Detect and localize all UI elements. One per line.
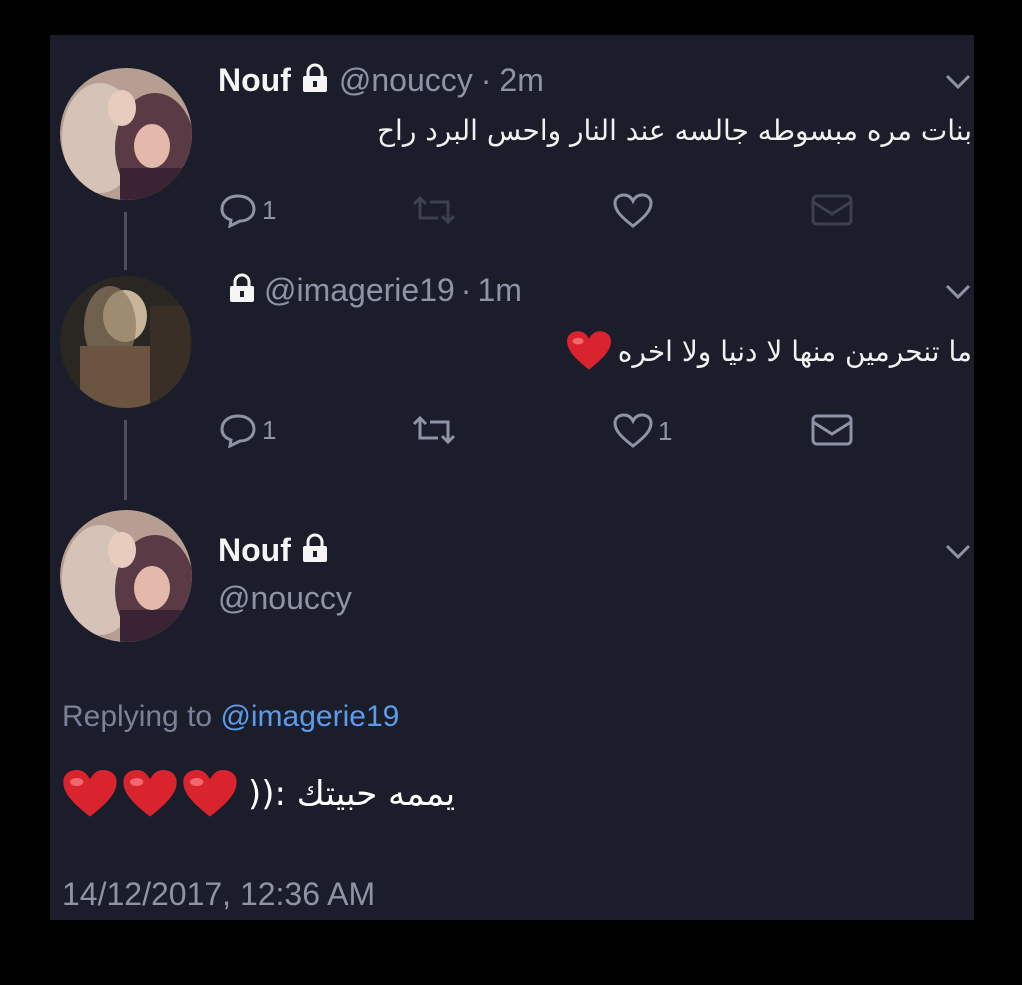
- tweet3-header: Nouf: [218, 532, 331, 569]
- lock-icon: [226, 273, 258, 308]
- display-name[interactable]: Nouf: [218, 532, 291, 569]
- message-button[interactable]: [810, 412, 854, 448]
- replying-to: Replying to @imagerie19: [62, 700, 399, 734]
- user-handle[interactable]: @imagerie19: [264, 272, 455, 309]
- retweet-button[interactable]: [412, 192, 456, 228]
- reply-icon: [220, 414, 256, 448]
- tweet2-header: @imagerie19 · 1m: [226, 272, 522, 309]
- chevron-down-icon[interactable]: [944, 282, 972, 302]
- like-button[interactable]: [612, 192, 654, 230]
- message-button[interactable]: [810, 192, 854, 228]
- separator-dot: ·: [480, 62, 492, 98]
- chevron-down-icon[interactable]: [944, 72, 972, 92]
- red-heart-icon: [123, 770, 177, 817]
- tweet-text: يممه حبيتك :((: [248, 774, 456, 814]
- tweet-text-row: ما تنحرمين منها لا دنيا ولا اخره: [566, 330, 972, 372]
- heart-icon: [613, 413, 653, 448]
- avatar[interactable]: [60, 276, 192, 408]
- reply-count: 1: [262, 414, 277, 445]
- tweet-text: بنات مره مبسوطه جالسه عند النار واحس الب…: [376, 114, 972, 147]
- retweet-icon: [412, 195, 456, 225]
- red-heart-icon: [183, 770, 237, 817]
- user-handle[interactable]: @nouccy: [339, 62, 473, 99]
- thread-connector: [124, 420, 127, 500]
- tweet-time: 2m: [499, 62, 544, 98]
- reply-button[interactable]: 1: [218, 412, 276, 448]
- thread-connector: [124, 212, 127, 270]
- message-icon: [811, 414, 853, 446]
- reply-button[interactable]: 1: [218, 192, 276, 228]
- lock-icon: [299, 533, 331, 568]
- avatar[interactable]: [60, 510, 192, 642]
- reply-count: 1: [262, 194, 277, 225]
- heart-icon: [613, 193, 653, 228]
- lock-icon: [299, 63, 331, 98]
- tweet-timestamp[interactable]: 14/12/2017, 12:36 AM: [62, 876, 375, 913]
- reply-icon: [220, 194, 256, 228]
- separator-dot: ·: [460, 272, 472, 308]
- message-icon: [811, 194, 853, 226]
- user-handle[interactable]: @nouccy: [218, 580, 352, 617]
- tweet1-header: Nouf @nouccy · 2m: [218, 62, 544, 99]
- avatar[interactable]: [60, 68, 192, 200]
- tweet-time: 1m: [477, 272, 522, 308]
- display-name[interactable]: Nouf: [218, 62, 291, 99]
- tweet-text-row: يممه حبيتك :((: [62, 768, 455, 820]
- retweet-icon: [412, 415, 456, 445]
- like-button[interactable]: 1: [612, 412, 672, 450]
- replying-to-label: Replying to: [62, 700, 213, 733]
- red-heart-icon: [63, 770, 117, 817]
- chevron-down-icon[interactable]: [944, 542, 972, 562]
- retweet-button[interactable]: [412, 412, 456, 448]
- replying-to-link[interactable]: @imagerie19: [220, 700, 399, 733]
- tweet-text: ما تنحرمين منها لا دنيا ولا اخره: [617, 334, 972, 368]
- like-count: 1: [658, 415, 673, 446]
- red-heart-icon: [566, 331, 611, 370]
